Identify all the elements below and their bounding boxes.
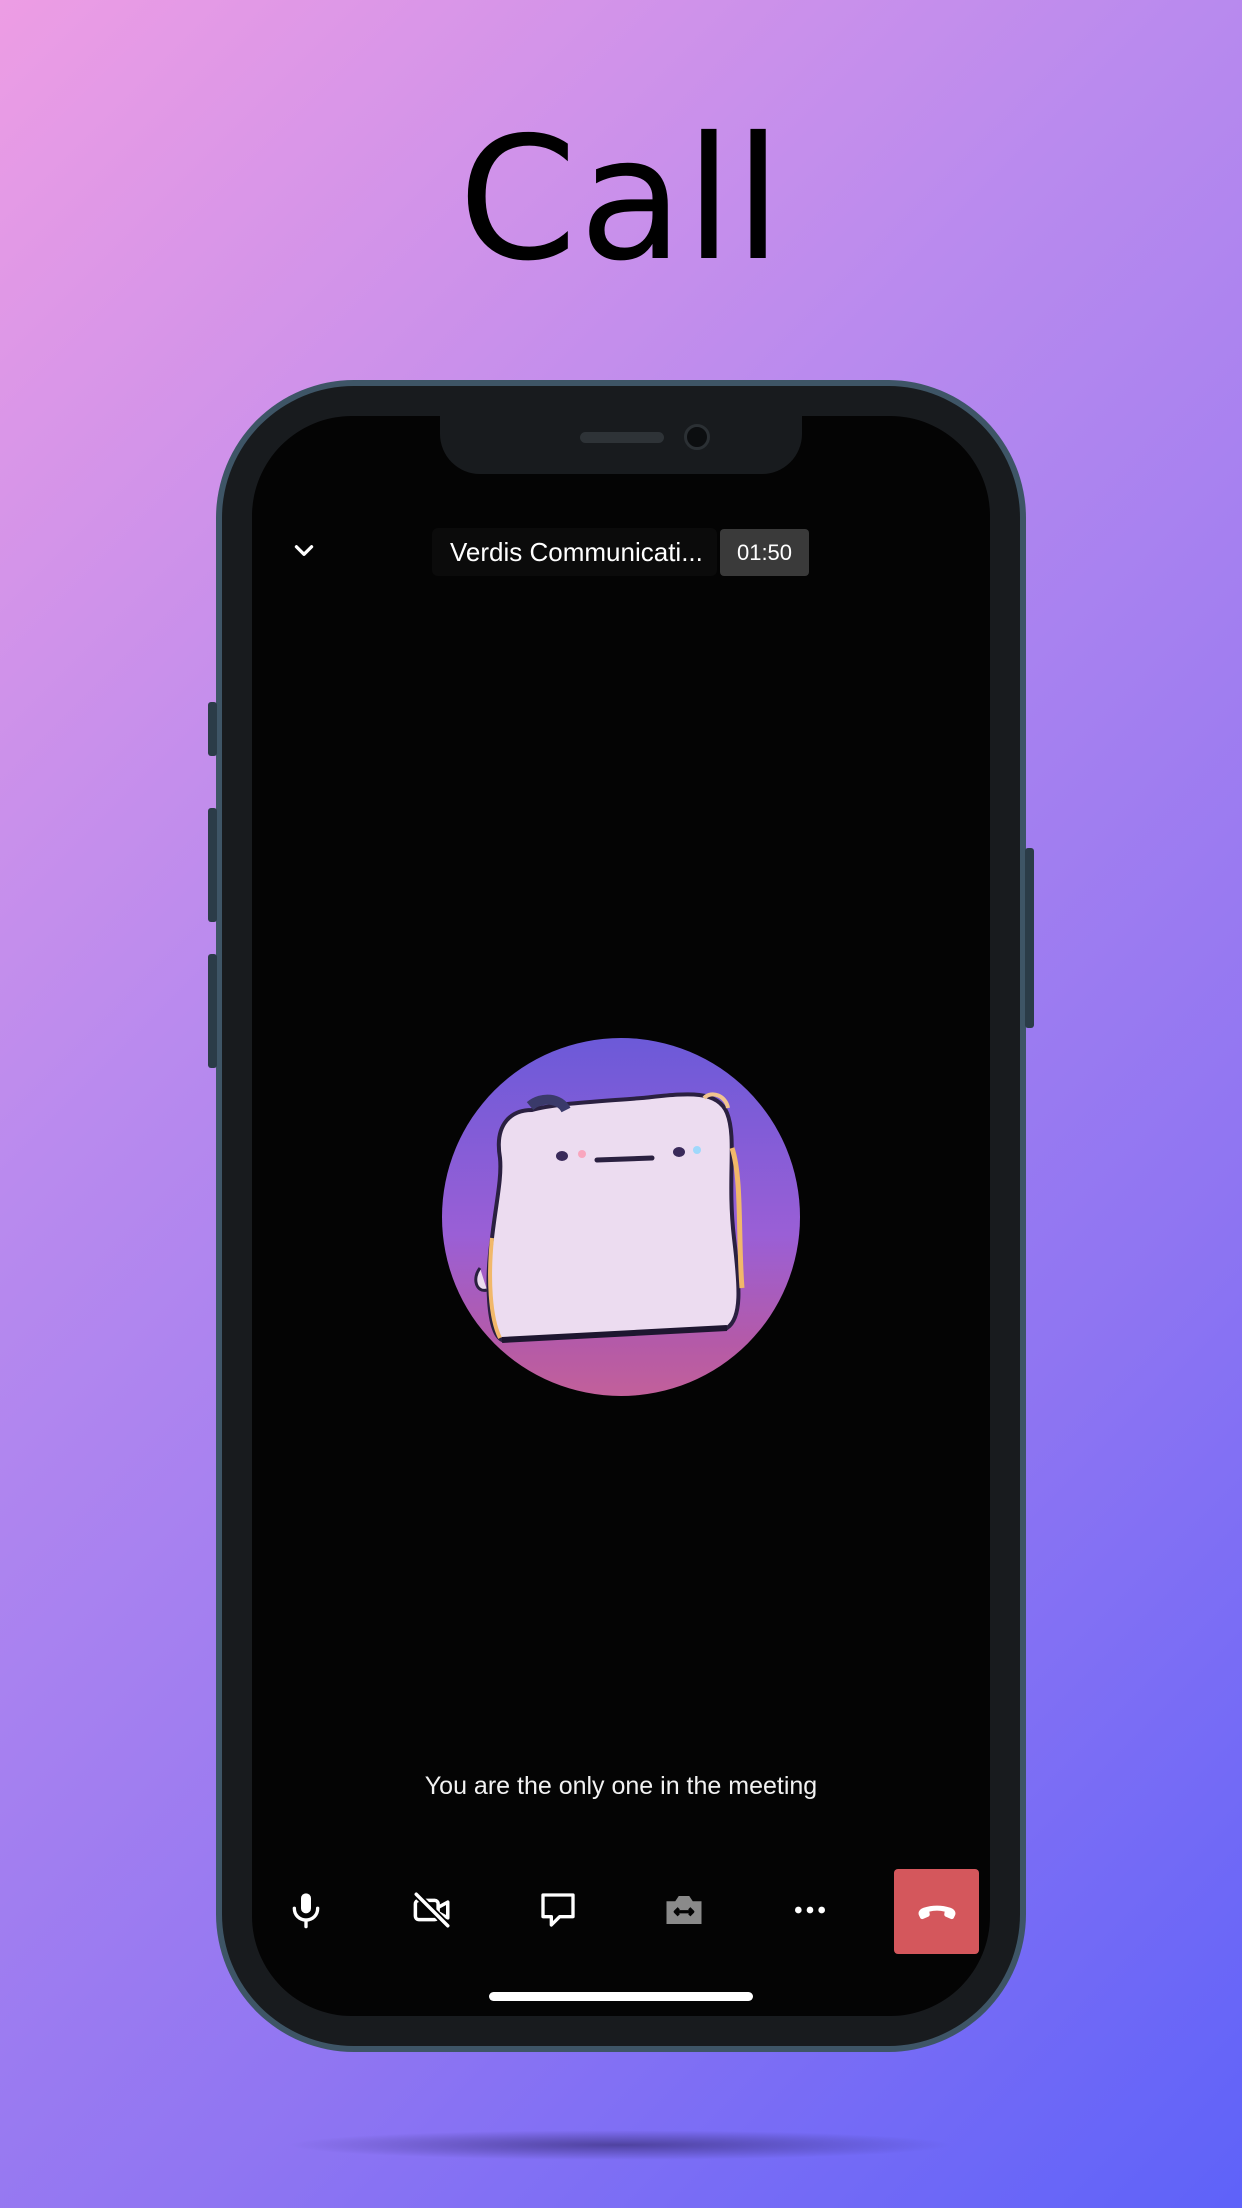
camera-toggle-button[interactable] — [390, 1868, 474, 1952]
switch-camera-icon — [666, 1896, 702, 1924]
volume-down-button — [208, 954, 217, 1068]
more-options-button[interactable] — [768, 1868, 852, 1952]
end-call-button[interactable] — [894, 1869, 979, 1954]
power-button — [1025, 848, 1034, 1028]
volume-up-button — [208, 808, 217, 922]
microphone-icon — [292, 1893, 320, 1929]
earpiece-speaker — [580, 432, 664, 443]
chat-button[interactable] — [516, 1868, 600, 1952]
mute-button[interactable] — [264, 1868, 348, 1952]
call-status-message: You are the only one in the meeting — [424, 1772, 818, 1800]
silent-switch — [208, 702, 217, 756]
chevron-down-icon — [294, 545, 314, 556]
more-horizontal-icon — [795, 1906, 825, 1914]
notch — [440, 416, 802, 474]
call-screen: Verdis Communicati... 01:50 You are the … — [252, 416, 990, 2016]
switch-camera-button — [642, 1868, 726, 1952]
call-timer: 01:50 — [720, 529, 809, 576]
front-camera — [684, 424, 710, 450]
phone-shadow — [285, 2130, 955, 2160]
video-off-icon — [413, 1891, 451, 1929]
phone-hangup-icon — [918, 1905, 955, 1919]
chat-bubble-icon — [541, 1893, 575, 1927]
collapse-call-button[interactable] — [282, 528, 326, 572]
participant-avatar — [442, 1038, 800, 1396]
meeting-name: Verdis Communicati... — [432, 528, 717, 576]
home-indicator[interactable] — [489, 1992, 753, 2001]
avatar-image — [442, 1038, 800, 1396]
page-title: Call — [458, 101, 784, 299]
